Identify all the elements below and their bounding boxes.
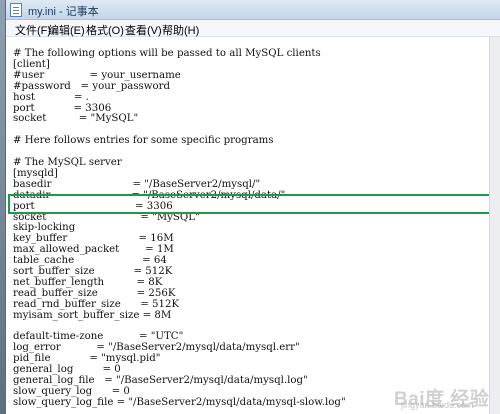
title-bar[interactable]: my.ini - 记事本 — [6, 0, 500, 20]
menu-format[interactable]: 格式(O) — [86, 22, 124, 38]
window-title: my.ini - 记事本 — [28, 6, 99, 18]
highlight-box-max-allowed-packet — [8, 194, 497, 214]
notepad-icon — [10, 3, 22, 17]
editor-line: # Here follows entries for some specific… — [13, 135, 274, 147]
editor-line: # The MySQL server — [13, 157, 122, 168]
editor-line: slow_query_log = 0 — [13, 385, 130, 397]
menu-bar: 文件(F) 编辑(E) 格式(O) 查看(V) 帮助(H) — [6, 20, 500, 37]
text-editor[interactable]: # The following options will be passed t… — [6, 37, 490, 414]
editor-line: net_buffer_length = 8K — [13, 276, 163, 288]
menu-help[interactable]: 帮助(H) — [162, 22, 199, 38]
editor-line: skip-locking — [13, 222, 76, 234]
vertical-scrollbar[interactable] — [489, 37, 500, 414]
editor-line: key_buffer = 16M — [13, 233, 174, 245]
editor-line: port = 3306 — [13, 102, 112, 114]
menu-edit[interactable]: 编辑(E) — [48, 22, 85, 38]
editor-line: # The following options will be passed t… — [13, 48, 321, 59]
editor-line: general_log = 0 — [13, 364, 121, 376]
editor-line: #password = your_password — [13, 80, 171, 92]
editor-line: [mysqld] — [13, 167, 58, 179]
editor-line: pid_file = "mysql.pid" — [13, 353, 161, 365]
editor-line: socket = "MySQL" — [13, 113, 139, 125]
editor-line: read_buffer_size = 256K — [13, 287, 176, 299]
editor-line: myisam_sort_buffer_size = 8M — [13, 309, 172, 321]
editor-line: read_rnd_buffer_size = 512K — [13, 298, 180, 310]
editor-line: [client] — [13, 58, 50, 70]
editor-line: host = . — [13, 91, 89, 103]
editor-line: #user = your_username — [13, 69, 181, 81]
editor-line: log_error = "/BaseServer2/mysql/data/mys… — [13, 342, 300, 354]
editor-line: max_allowed_packet = 1M — [13, 244, 174, 256]
editor-line: table_cache = 64 — [13, 255, 167, 267]
editor-line: default-time-zone = "UTC" — [13, 331, 184, 343]
watermark-url: jingyan.baidu.com — [401, 400, 474, 410]
editor-line: basedir = "/BaseServer2/mysql/" — [13, 178, 261, 190]
menu-view[interactable]: 查看(V) — [125, 22, 162, 38]
editor-line: socket = "MySQL" — [13, 211, 200, 223]
editor-line: general_log_file = "/BaseServer2/mysql/d… — [13, 375, 308, 386]
editor-line: sort_buffer_size = 512K — [13, 266, 173, 277]
notepad-window: my.ini - 记事本 文件(F) 编辑(E) 格式(O) 查看(V) 帮助(… — [5, 0, 500, 414]
menu-file[interactable]: 文件(F) — [15, 22, 51, 38]
editor-line: slow_query_log_file = "/BaseServer2/mysq… — [13, 396, 346, 408]
